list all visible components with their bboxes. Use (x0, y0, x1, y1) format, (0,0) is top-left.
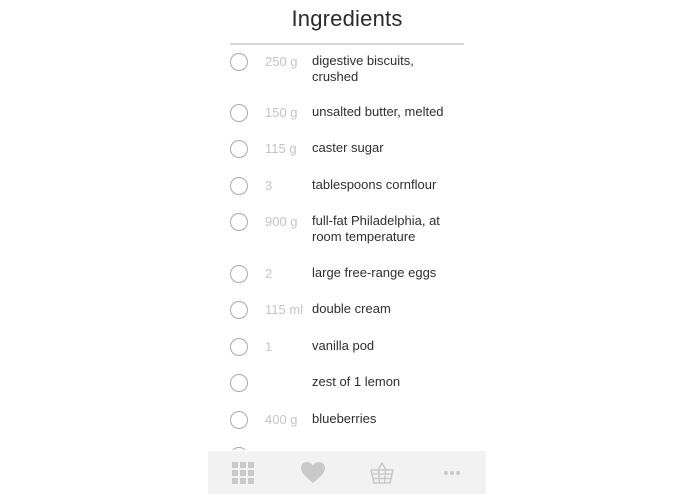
ingredient-quantity: 2 (265, 266, 273, 281)
ingredient-row[interactable]: 115 g caster sugar (228, 140, 468, 180)
ingredient-name: large free-range eggs (312, 265, 437, 280)
ingredient-name: double cream (312, 301, 391, 316)
ingredient-row[interactable] (228, 447, 468, 450)
ingredient-name: tablespoons cornflour (312, 177, 437, 192)
heart-icon (300, 461, 325, 483)
ingredient-quantity: 900 g (265, 214, 298, 229)
ingredient-row[interactable]: 3 tablespoons cornflour (228, 177, 468, 217)
ingredient-checkbox[interactable] (230, 213, 248, 231)
ingredient-row[interactable]: 250 g digestive biscuits, crushed (228, 53, 468, 93)
ingredient-name: blueberries (312, 411, 377, 426)
ingredient-row[interactable]: 115 ml double cream (228, 301, 468, 341)
ingredient-quantity: 115 ml (265, 302, 304, 317)
ingredient-quantity: 150 g (265, 105, 298, 120)
grid-icon (231, 461, 254, 484)
ingredient-row[interactable]: zest of 1 lemon (228, 374, 468, 414)
ingredient-name: zest of 1 lemon (312, 374, 401, 389)
ingredient-checkbox[interactable] (230, 265, 248, 283)
ingredient-row[interactable]: 2 large free-range eggs (228, 265, 468, 305)
ingredient-checkbox[interactable] (230, 447, 248, 450)
ingredient-checkbox[interactable] (230, 104, 248, 122)
tab-more[interactable] (417, 451, 486, 494)
ingredient-row[interactable]: 400 g blueberries (228, 411, 468, 450)
ingredient-name: full-fat Philadelphia, at room temperatu… (312, 213, 440, 244)
ingredient-name: vanilla pod (312, 338, 375, 353)
title-divider (230, 43, 464, 45)
ingredient-name: caster sugar (312, 140, 384, 155)
ingredient-quantity: 250 g (265, 54, 298, 69)
ingredient-quantity: 3 (265, 178, 273, 193)
ingredient-row[interactable]: 900 g full-fat Philadelphia, at room tem… (228, 213, 468, 253)
ingredient-checkbox[interactable] (230, 301, 248, 319)
ingredient-name: digestive biscuits, crushed (312, 53, 414, 84)
ingredient-checkbox[interactable] (230, 140, 248, 158)
ingredient-quantity: 1 (265, 339, 273, 354)
ingredient-checkbox[interactable] (230, 338, 248, 356)
tab-bar (208, 451, 486, 494)
ingredient-checkbox[interactable] (230, 53, 248, 71)
ingredient-row[interactable]: 150 g unsalted butter, melted (228, 104, 468, 144)
tab-grid[interactable] (208, 451, 277, 494)
ingredient-checkbox[interactable] (230, 411, 248, 429)
ingredient-quantity: 400 g (265, 412, 298, 427)
ingredient-list[interactable]: 250 g digestive biscuits, crushed 150 g … (0, 0, 695, 450)
ingredient-quantity: 115 g (265, 141, 297, 156)
tab-shopping-basket[interactable] (347, 451, 416, 494)
more-icon (443, 470, 460, 475)
tab-favourites[interactable] (278, 451, 347, 494)
ingredient-name: unsalted butter, melted (312, 104, 444, 119)
ingredient-checkbox[interactable] (230, 177, 248, 195)
ingredient-row[interactable]: 1 vanilla pod (228, 338, 468, 378)
ingredients-screen: 250 g digestive biscuits, crushed 150 g … (0, 0, 695, 494)
basket-icon (369, 461, 394, 484)
ingredient-checkbox[interactable] (230, 374, 248, 392)
page-title: Ingredients (291, 6, 403, 31)
